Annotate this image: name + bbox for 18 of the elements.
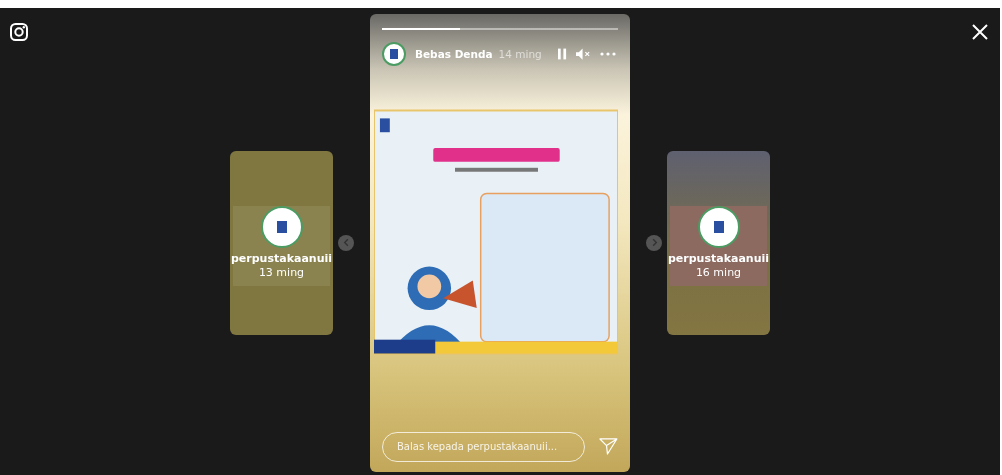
close-icon[interactable] <box>972 24 988 40</box>
more-icon[interactable] <box>600 51 616 56</box>
story-time: 16 ming <box>695 266 742 279</box>
chevron-left-icon <box>341 238 351 247</box>
story-time: 13 ming <box>258 266 305 279</box>
next-button[interactable] <box>646 234 662 251</box>
previous-button[interactable] <box>338 234 354 251</box>
story-preview-card[interactable]: perpustakaanuii 13 ming <box>230 150 333 335</box>
author-name[interactable]: Bebas Denda <box>415 47 493 60</box>
username: perpustakaanuii <box>667 252 770 265</box>
muted-speaker-icon[interactable] <box>576 47 591 60</box>
send-icon[interactable] <box>599 437 618 456</box>
reply-field[interactable]: Balas kepada perpustakaanuii... <box>382 431 586 462</box>
pause-icon[interactable] <box>558 47 567 60</box>
username: perpustakaanuii <box>230 252 333 265</box>
story-preview-card[interactable]: perpustakaanuii 16 ming <box>667 150 770 335</box>
instagram-icon[interactable] <box>9 22 29 42</box>
profile-avatar <box>382 41 406 66</box>
